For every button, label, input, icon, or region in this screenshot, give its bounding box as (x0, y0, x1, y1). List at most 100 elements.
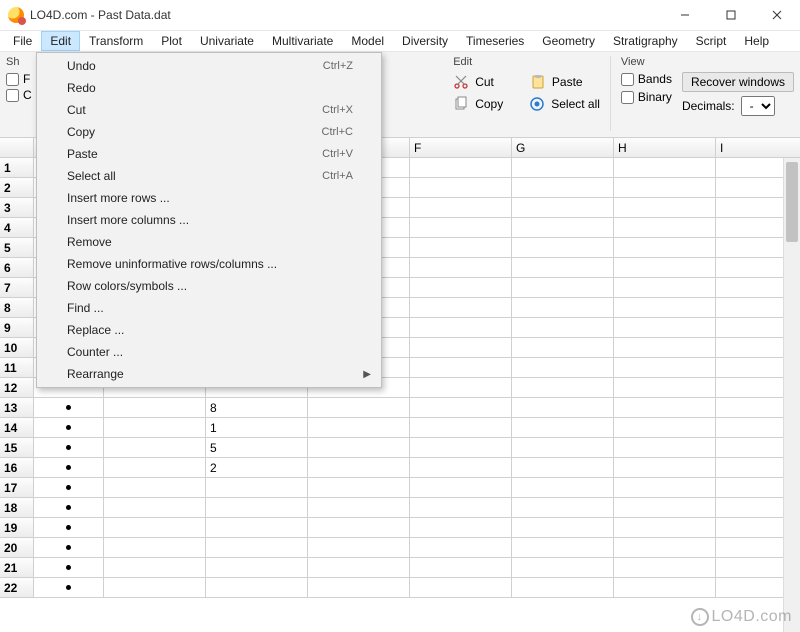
row-header[interactable]: 3 (0, 198, 34, 218)
copy-label[interactable]: Copy (475, 97, 503, 111)
menu-edit[interactable]: Edit (41, 31, 80, 51)
select-all-label[interactable]: Select all (551, 97, 600, 111)
cell[interactable] (410, 478, 512, 498)
edit-menu-item-8[interactable]: Remove (37, 231, 381, 253)
edit-menu-item-12[interactable]: Replace ... (37, 319, 381, 341)
row-header[interactable]: 6 (0, 258, 34, 278)
cell[interactable] (104, 578, 206, 598)
cell[interactable] (614, 178, 716, 198)
cell[interactable] (410, 418, 512, 438)
cell[interactable] (512, 538, 614, 558)
show-checkbox-2[interactable] (6, 89, 19, 102)
cell[interactable] (614, 538, 716, 558)
cell[interactable] (512, 218, 614, 238)
close-button[interactable] (754, 0, 800, 29)
cell[interactable] (410, 318, 512, 338)
cell[interactable] (614, 418, 716, 438)
row-header[interactable]: 19 (0, 518, 34, 538)
show-check-1[interactable]: F (6, 72, 32, 86)
menu-plot[interactable]: Plot (152, 31, 191, 51)
row-header[interactable]: 14 (0, 418, 34, 438)
cell[interactable] (206, 498, 308, 518)
binary-checkbox-row[interactable]: Binary (621, 90, 672, 104)
menu-geometry[interactable]: Geometry (533, 31, 604, 51)
menu-model[interactable]: Model (342, 31, 393, 51)
row-header[interactable]: 10 (0, 338, 34, 358)
cell[interactable] (410, 558, 512, 578)
cell[interactable] (614, 258, 716, 278)
symbol-cell[interactable] (34, 538, 104, 558)
edit-menu-item-7[interactable]: Insert more columns ... (37, 209, 381, 231)
row-header[interactable]: 4 (0, 218, 34, 238)
row-header[interactable]: 5 (0, 238, 34, 258)
column-header[interactable]: I (716, 138, 800, 158)
row-header[interactable]: 13 (0, 398, 34, 418)
binary-checkbox[interactable] (621, 91, 634, 104)
cell[interactable] (512, 418, 614, 438)
menu-file[interactable]: File (4, 31, 41, 51)
cell[interactable] (614, 398, 716, 418)
cell[interactable] (410, 338, 512, 358)
maximize-button[interactable] (708, 0, 754, 29)
column-header[interactable]: F (410, 138, 512, 158)
cell[interactable] (614, 238, 716, 258)
cell[interactable] (410, 578, 512, 598)
symbol-cell[interactable] (34, 418, 104, 438)
cell[interactable] (206, 558, 308, 578)
row-header[interactable]: 20 (0, 538, 34, 558)
bands-checkbox[interactable] (621, 73, 634, 86)
cell[interactable] (308, 438, 410, 458)
cell[interactable] (512, 558, 614, 578)
cell[interactable] (614, 558, 716, 578)
cell[interactable] (206, 518, 308, 538)
edit-menu-item-9[interactable]: Remove uninformative rows/columns ... (37, 253, 381, 275)
cell[interactable] (614, 218, 716, 238)
cell[interactable] (410, 238, 512, 258)
symbol-cell[interactable] (34, 398, 104, 418)
cell[interactable] (512, 178, 614, 198)
row-header[interactable]: 18 (0, 498, 34, 518)
row-header[interactable]: 7 (0, 278, 34, 298)
cell[interactable] (614, 198, 716, 218)
cell[interactable] (512, 258, 614, 278)
row-header[interactable]: 17 (0, 478, 34, 498)
edit-menu-item-4[interactable]: PasteCtrl+V (37, 143, 381, 165)
symbol-cell[interactable] (34, 498, 104, 518)
cell[interactable] (512, 438, 614, 458)
decimals-select[interactable]: - (741, 96, 775, 116)
cell[interactable] (512, 518, 614, 538)
row-header[interactable]: 2 (0, 178, 34, 198)
cell[interactable] (614, 298, 716, 318)
edit-menu-item-5[interactable]: Select allCtrl+A (37, 165, 381, 187)
cell[interactable] (410, 158, 512, 178)
show-check-2[interactable]: C (6, 88, 32, 102)
cell[interactable] (308, 458, 410, 478)
edit-menu-item-11[interactable]: Find ... (37, 297, 381, 319)
cell[interactable] (410, 498, 512, 518)
symbol-cell[interactable] (34, 578, 104, 598)
cell[interactable] (410, 518, 512, 538)
cell[interactable] (614, 438, 716, 458)
menu-diversity[interactable]: Diversity (393, 31, 457, 51)
cell[interactable] (104, 458, 206, 478)
show-checkbox-1[interactable] (6, 73, 19, 86)
paste-label[interactable]: Paste (552, 75, 583, 89)
row-header[interactable]: 15 (0, 438, 34, 458)
cell[interactable] (512, 238, 614, 258)
menu-multivariate[interactable]: Multivariate (263, 31, 342, 51)
cell[interactable] (410, 358, 512, 378)
cell[interactable] (308, 418, 410, 438)
cell[interactable] (410, 278, 512, 298)
menu-script[interactable]: Script (687, 31, 736, 51)
minimize-button[interactable] (662, 0, 708, 29)
column-header[interactable]: H (614, 138, 716, 158)
row-header[interactable]: 11 (0, 358, 34, 378)
cell[interactable] (614, 578, 716, 598)
cell[interactable] (410, 198, 512, 218)
cell[interactable] (410, 298, 512, 318)
cell[interactable] (512, 158, 614, 178)
cell[interactable] (512, 478, 614, 498)
corner-cell[interactable] (0, 138, 34, 158)
cell[interactable] (410, 178, 512, 198)
edit-menu-item-13[interactable]: Counter ... (37, 341, 381, 363)
